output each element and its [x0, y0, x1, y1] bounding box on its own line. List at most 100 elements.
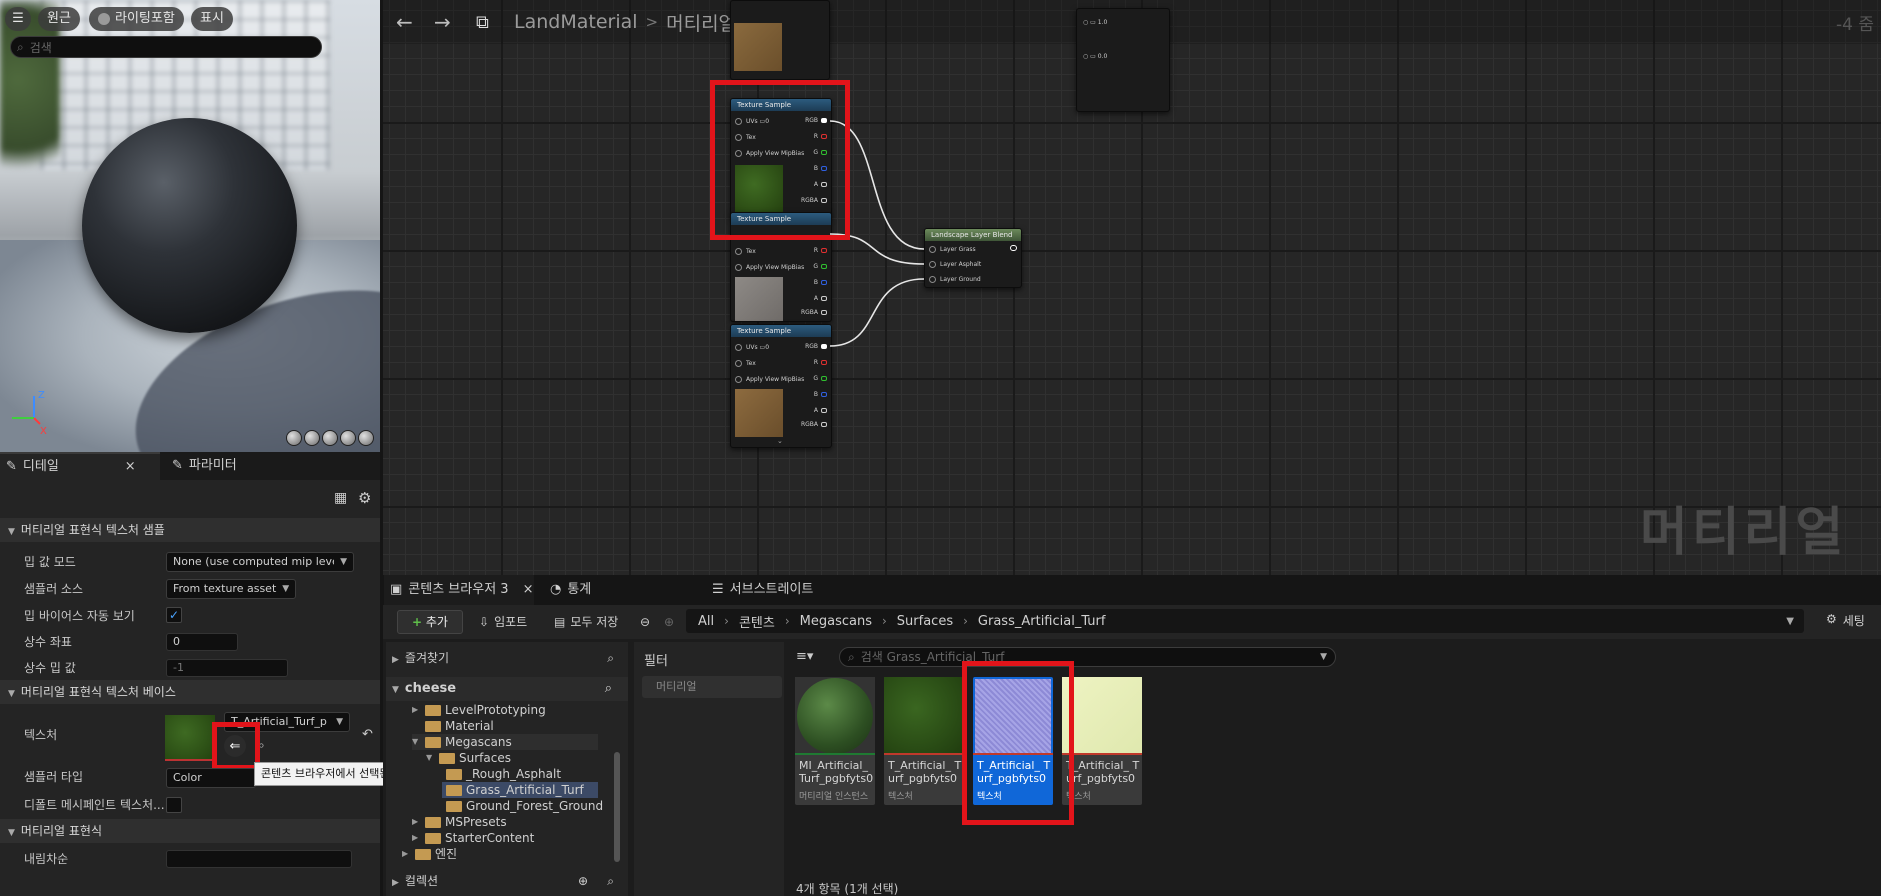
tree-item-grass-artificial-turf[interactable]: Grass_Artificial_Turf	[442, 782, 598, 798]
tab-details[interactable]: ✎ 디테일 ×	[0, 452, 160, 480]
apply-mip-pin[interactable]: Apply View MipBias	[735, 263, 804, 273]
graph-hierarchy-icon[interactable]: ⧉	[476, 12, 489, 33]
add-collection-icon[interactable]: ⊕	[578, 870, 588, 892]
close-tab-icon[interactable]: ×	[523, 575, 534, 605]
chevron-down-icon[interactable]: ▼	[1786, 616, 1794, 627]
g-out-pin[interactable]: G	[813, 375, 827, 382]
tree-scrollbar[interactable]	[614, 752, 620, 862]
tree-item-ground-forest[interactable]: Ground_Forest_Ground	[446, 798, 603, 814]
expand-chevron-icon[interactable]: ⌄	[777, 437, 783, 445]
material-preview-viewport[interactable]: ☰ 원근 라이팅포함 표시 Z X	[0, 0, 380, 452]
blend-output-pin[interactable]	[1010, 245, 1017, 251]
asset-tile-texture-orm[interactable]: T_Artificial_ Turf_pgbfyts0 텍스처	[1062, 677, 1142, 805]
plane-shape-icon[interactable]	[322, 430, 338, 446]
top-partial-node[interactable]: ○ ▭ 1.0 ○ ▭ 0.0	[1076, 8, 1170, 112]
sphere-shape-icon[interactable]	[304, 430, 320, 446]
landscape-layer-blend-node[interactable]: Landscape Layer Blend Layer Grass Layer …	[924, 228, 1022, 288]
layer-ground-pin[interactable]: Layer Ground	[929, 275, 981, 285]
g-out-pin[interactable]: G	[813, 263, 827, 270]
search-icon[interactable]: ⌕	[605, 677, 612, 701]
perspective-button[interactable]: 원근	[38, 7, 80, 31]
r-out-pin[interactable]: R	[814, 359, 827, 366]
favorites-header[interactable]: ▶ 즐겨찾기 ⌕	[392, 647, 624, 669]
path-segment[interactable]: 콘텐츠	[739, 612, 775, 631]
tree-item-surfaces[interactable]: ▼ Surfaces	[426, 750, 511, 766]
breadcrumb-root[interactable]: LandMaterial	[514, 11, 638, 33]
section-texture-sample[interactable]: ▼ 머티리얼 표현식 텍스처 샘플	[0, 518, 380, 542]
asset-search-input[interactable]: ⌕ 검색 Grass_Artificial_Turf ▼	[839, 647, 1336, 667]
search-icon[interactable]: ⌕	[607, 647, 614, 669]
tex-pin[interactable]: Tex	[735, 247, 756, 257]
b-out-pin[interactable]: B	[814, 279, 827, 286]
back-arrow-icon[interactable]: ←	[396, 10, 413, 34]
project-root-header[interactable]: ▼ cheese ⌕	[386, 677, 628, 701]
tree-item-mspresets[interactable]: ▶ MSPresets	[412, 814, 507, 830]
settings-button[interactable]: ⚙ 세팅	[1826, 612, 1865, 629]
uvs-pin[interactable]: UVs ▭0	[735, 343, 769, 353]
a-out-pin[interactable]: A	[814, 295, 827, 302]
section-texture-base[interactable]: ▼ 머티리얼 표현식 텍스처 베이스	[0, 680, 380, 704]
layer-asphalt-pin[interactable]: Layer Asphalt	[929, 260, 981, 270]
use-selected-asset-button[interactable]: ⇐	[224, 735, 246, 757]
path-breadcrumb-bar[interactable]: All › 콘텐츠 › Megascans › Surfaces › Grass_Art…	[686, 609, 1804, 633]
a-out-pin[interactable]: A	[814, 407, 827, 414]
rgba-out-pin[interactable]: RGBA	[801, 309, 827, 316]
save-all-button[interactable]: ▤ 모두 저장	[554, 610, 618, 634]
forward-arrow-icon[interactable]: →	[434, 10, 451, 34]
texture-thumbnail[interactable]	[165, 715, 215, 761]
const-coord-field[interactable]: 0	[166, 633, 238, 651]
description-field[interactable]	[166, 850, 352, 868]
gear-icon[interactable]: ⚙	[358, 489, 371, 507]
path-segment[interactable]: Megascans	[800, 614, 872, 629]
b-out-pin[interactable]: B	[814, 391, 827, 398]
show-button[interactable]: 표시	[191, 7, 233, 31]
collections-header[interactable]: ▶ 컬렉션 ⊕ ⌕	[392, 870, 624, 892]
texture-sample-node-top[interactable]	[730, 0, 830, 80]
default-meshpaint-checkbox[interactable]	[166, 797, 182, 813]
tree-item-material[interactable]: Material	[412, 718, 494, 734]
close-tab-icon[interactable]: ×	[125, 453, 136, 481]
section-expression[interactable]: ▼ 머티리얼 표현식	[0, 819, 380, 843]
tab-content-browser[interactable]: ▣ 콘텐츠 브라우저 3 ×	[384, 575, 534, 605]
table-view-icon[interactable]: ▦	[334, 490, 347, 506]
search-icon[interactable]: ⌕	[607, 870, 614, 892]
tree-item-startercontent[interactable]: ▶ StarterContent	[412, 830, 534, 846]
tex-pin[interactable]: Tex	[735, 359, 756, 369]
path-segment[interactable]: Grass_Artificial_Turf	[978, 614, 1106, 629]
preview-shape-selector[interactable]	[286, 430, 378, 448]
layer-grass-pin[interactable]: Layer Grass	[929, 245, 976, 255]
reset-arrow-icon[interactable]: ↶	[362, 727, 373, 742]
tree-item-levelprototyping[interactable]: ▶ LevelPrototyping	[412, 702, 546, 718]
sampler-source-dropdown[interactable]: From texture asset ▼	[166, 579, 296, 599]
texture-sample-node-ground[interactable]: Texture Sample UVs ▭0 Tex Apply View Mip…	[730, 324, 832, 448]
filter-chip-material[interactable]: 머티리얼	[642, 676, 782, 698]
details-search-input[interactable]: ⌕ 검색	[10, 36, 322, 58]
tree-item-engine[interactable]: ▶ 엔진	[402, 846, 457, 862]
import-button[interactable]: ⇩ 임포트	[479, 610, 527, 634]
history-back-button[interactable]: ⊖	[640, 610, 650, 634]
tree-item-rough-asphalt[interactable]: _Rough_Asphalt	[446, 766, 561, 782]
lit-mode-button[interactable]: 라이팅포함	[89, 7, 184, 31]
asset-tile-mi-turf[interactable]: MI_Artificial_ Turf_pgbfyts0 머티리얼 인스턴스	[795, 677, 875, 805]
tab-stats[interactable]: ◔ 통계	[550, 575, 591, 605]
sampler-type-dropdown[interactable]: Color	[166, 768, 256, 788]
tab-substrate[interactable]: ☰ 서브스트레이트	[712, 575, 813, 605]
cube-shape-icon[interactable]	[340, 430, 356, 446]
teapot-shape-icon[interactable]	[358, 430, 374, 446]
cylinder-shape-icon[interactable]	[286, 430, 302, 446]
mip-mode-dropdown[interactable]: None (use computed mip level ▼	[166, 552, 354, 572]
history-forward-button[interactable]: ⊕	[664, 610, 674, 634]
r-out-pin[interactable]: R	[814, 247, 827, 254]
chevron-down-icon[interactable]: ▼	[1320, 648, 1327, 666]
asset-tile-texture-albedo[interactable]: T_Artificial_ Turf_pgbfyts0 텍스처	[884, 677, 964, 805]
add-button[interactable]: + 추가	[397, 610, 463, 634]
tab-parameters[interactable]: ✎ 파라미터	[168, 452, 237, 480]
mip-bias-checkbox[interactable]: ✓	[166, 607, 182, 623]
tree-item-megascans[interactable]: ▼ Megascans	[412, 734, 598, 750]
apply-mip-pin[interactable]: Apply View MipBias	[735, 375, 804, 385]
viewport-menu-button[interactable]: ☰	[5, 7, 31, 31]
rgba-out-pin[interactable]: RGBA	[801, 421, 827, 428]
filter-options-icon[interactable]: ≡▾	[796, 649, 813, 664]
path-segment[interactable]: Surfaces	[897, 614, 953, 629]
const-mip-field[interactable]: -1	[166, 659, 288, 677]
